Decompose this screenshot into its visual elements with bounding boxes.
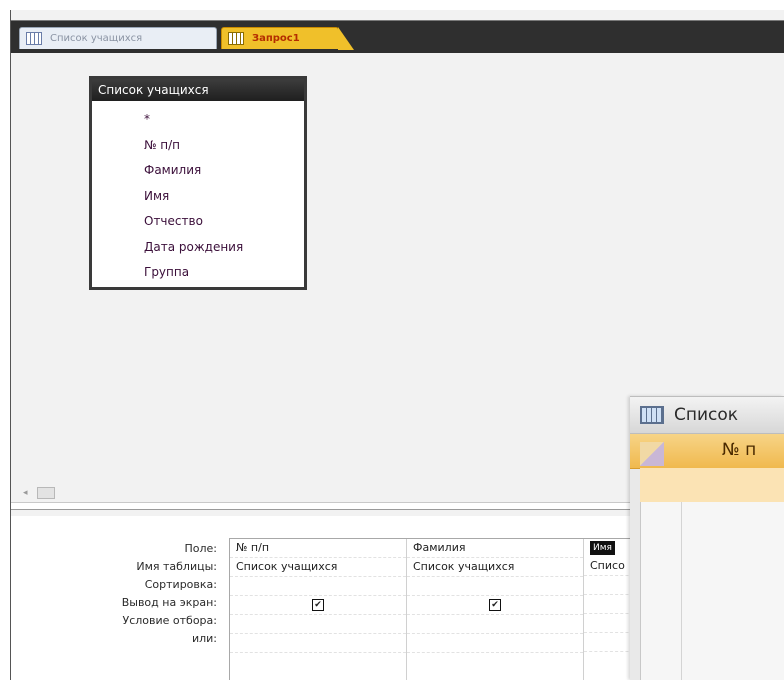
grid-column: Фамилия Список учащихся ✔ (407, 539, 584, 680)
column-header-label: № п (722, 440, 757, 460)
show-checkbox[interactable]: ✔ (489, 599, 501, 611)
field-item-patronymic[interactable]: Отчество (144, 209, 304, 235)
datasheet-window[interactable]: Список № п (630, 396, 784, 680)
show-checkbox[interactable]: ✔ (312, 599, 324, 611)
row-label-table: Имя таблицы: (136, 560, 217, 573)
row-label-sort: Сортировка: (144, 578, 217, 591)
row-label-field: Поле: (184, 542, 217, 555)
show-cell[interactable]: ✔ (230, 596, 406, 615)
field-list-title[interactable]: Список учащихся (92, 79, 304, 101)
show-cell[interactable]: ✔ (407, 596, 583, 615)
field-item-name[interactable]: Имя (144, 184, 304, 210)
table-icon (640, 406, 664, 424)
field-cell-selected[interactable]: Имя (590, 541, 615, 555)
tab-label: Запрос1 (252, 33, 300, 44)
or-cell[interactable] (230, 634, 406, 653)
tab-student-list[interactable]: Список учащихся (19, 27, 217, 49)
field-item-birthdate[interactable]: Дата рождения (144, 235, 304, 261)
datasheet-column-header[interactable]: № п (630, 434, 784, 469)
select-all-corner[interactable] (640, 442, 664, 466)
datasheet-header[interactable]: Список (630, 396, 784, 434)
table-cell[interactable]: Список учащихся (407, 558, 583, 577)
field-item-number[interactable]: № п/п (144, 133, 304, 159)
row-label-or: или: (191, 632, 217, 645)
row-label-criteria: Условие отбора: (122, 614, 218, 627)
datasheet-new-row[interactable] (640, 468, 784, 503)
sort-cell[interactable] (407, 577, 583, 596)
sort-cell[interactable] (230, 577, 406, 596)
horizontal-scrollbar[interactable]: ◂ (23, 486, 69, 499)
datasheet-title: Список (674, 405, 739, 425)
field-cell[interactable]: Фамилия (407, 539, 583, 558)
or-cell[interactable] (407, 634, 583, 653)
scroll-thumb[interactable] (37, 487, 55, 499)
grid-column: № п/п Список учащихся ✔ (230, 539, 407, 680)
criteria-cell[interactable] (407, 615, 583, 634)
criteria-cell[interactable] (230, 615, 406, 634)
table-field-list[interactable]: Список учащихся * № п/п Фамилия Имя Отче… (89, 76, 307, 290)
table-cell[interactable]: Список учащихся (230, 558, 406, 577)
datasheet-body (640, 502, 784, 680)
tab-label: Список учащихся (50, 33, 143, 44)
grid-row-labels: Поле: Имя таблицы: Сортировка: Вывод на … (11, 540, 221, 648)
query-icon (228, 32, 244, 45)
field-cell[interactable]: № п/п (230, 539, 406, 558)
row-label-show: Вывод на экран: (121, 596, 217, 609)
table-icon (26, 32, 42, 45)
scroll-left-icon[interactable]: ◂ (23, 488, 28, 498)
document-tab-bar: Список учащихся Запрос1 (11, 20, 784, 53)
column-divider (681, 502, 682, 680)
tab-query1[interactable]: Запрос1 (221, 27, 354, 50)
field-item-surname[interactable]: Фамилия (144, 158, 304, 184)
field-item-all[interactable]: * (144, 107, 304, 133)
field-item-group[interactable]: Группа (144, 260, 304, 286)
